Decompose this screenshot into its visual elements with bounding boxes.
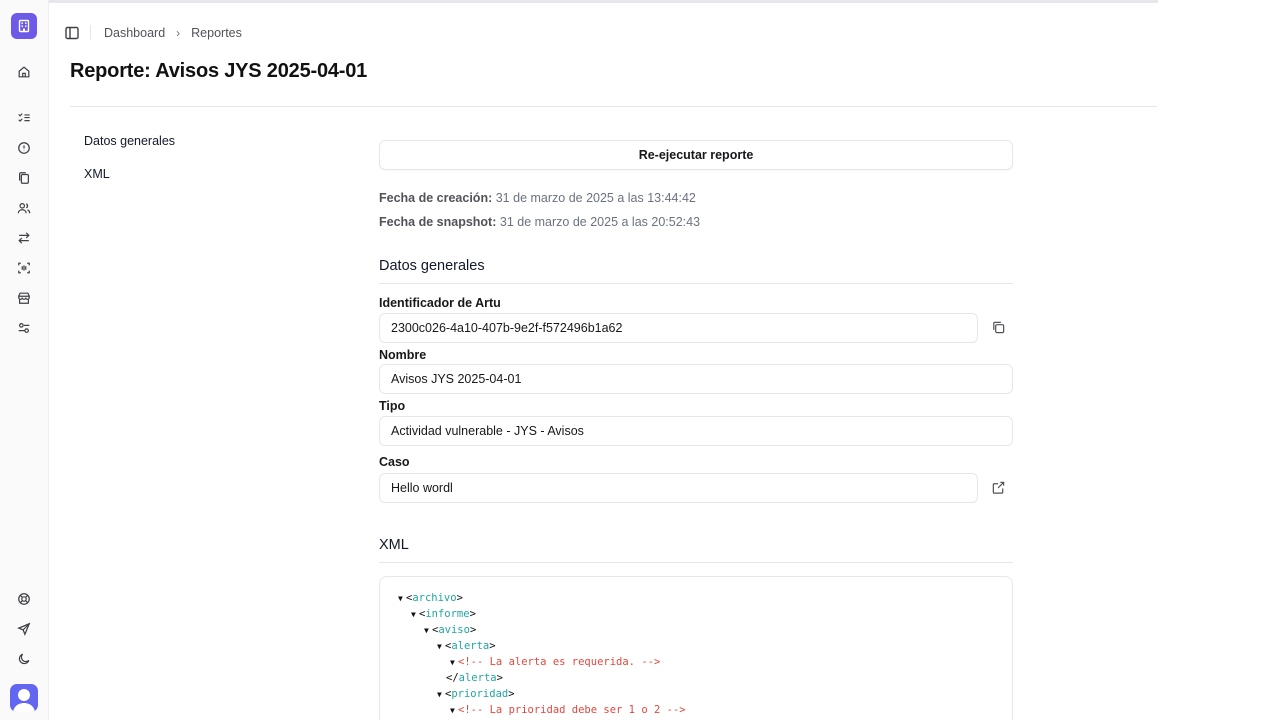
right-margin — [1158, 0, 1280, 720]
expand-triangle-icon[interactable]: ▼ — [424, 624, 432, 638]
transfer-arrows-icon[interactable] — [14, 228, 34, 248]
expand-triangle-icon[interactable]: ▼ — [450, 704, 458, 718]
sidebar-toggle-icon[interactable] — [64, 25, 80, 41]
xml-line[interactable]: </alerta> — [446, 671, 503, 685]
nav-item-datos-generales[interactable]: Datos generales — [84, 134, 175, 148]
copy-files-icon[interactable] — [14, 168, 34, 188]
page-title: Reporte: Avisos JYS 2025-04-01 — [70, 60, 368, 82]
chevron-right-icon: › — [176, 26, 181, 40]
xml-line[interactable]: ▼ <aviso> — [424, 623, 476, 638]
xml-line[interactable]: ▼ <prioridad> — [437, 687, 515, 702]
type-field[interactable]: Actividad vulnerable - JYS - Avisos — [379, 416, 1013, 446]
section-rule-general — [379, 283, 1013, 284]
expand-triangle-icon[interactable]: ▼ — [398, 592, 406, 606]
moon-icon[interactable] — [14, 649, 34, 669]
snapshot-date-label: Fecha de snapshot: — [379, 215, 497, 229]
name-label: Nombre — [379, 348, 427, 362]
created-date: Fecha de creación: 31 de marzo de 2025 a… — [379, 191, 696, 205]
rerun-report-button[interactable]: Re-ejecutar reporte — [379, 140, 1013, 170]
section-title-xml: XML — [379, 537, 409, 553]
users-icon[interactable] — [14, 198, 34, 218]
xml-viewer[interactable]: ▼ <archivo> ▼ <informe> ▼ <aviso> ▼ <alerta>… — [379, 576, 1013, 720]
name-field[interactable]: Avisos JYS 2025-04-01 — [379, 364, 1013, 394]
sidebar — [0, 0, 49, 720]
user-avatar-icon — [13, 689, 35, 712]
breadcrumb-reportes[interactable]: Reportes — [191, 26, 242, 40]
home-icon[interactable] — [14, 62, 34, 82]
top-border — [0, 0, 1158, 3]
breadcrumb-dashboard[interactable]: Dashboard — [104, 26, 165, 40]
case-label: Caso — [379, 455, 410, 469]
settings-sliders-icon[interactable] — [14, 318, 34, 338]
id-field[interactable]: 2300c026-4a10-407b-9e2f-f572496b1a62 — [379, 313, 978, 343]
nav-item-xml[interactable]: XML — [84, 167, 110, 181]
xml-line[interactable]: ▼ <informe> — [411, 607, 476, 622]
checklist-icon[interactable] — [14, 108, 34, 128]
store-icon[interactable] — [14, 288, 34, 308]
copy-icon[interactable] — [991, 320, 1006, 335]
created-date-value: 31 de marzo de 2025 a las 13:44:42 — [495, 191, 696, 205]
xml-line[interactable]: ▼ <!-- La prioridad debe ser 1 o 2 --> — [450, 703, 686, 718]
building-icon — [18, 19, 30, 33]
shield-icon[interactable] — [14, 138, 34, 158]
xml-line[interactable]: ▼ <archivo> — [398, 591, 463, 606]
help-lifebuoy-icon[interactable] — [14, 589, 34, 609]
section-rule-xml — [379, 562, 1013, 563]
send-icon[interactable] — [14, 619, 34, 639]
user-avatar[interactable] — [10, 684, 38, 712]
header-divider — [90, 25, 91, 40]
xml-line[interactable]: ▼ <!-- La alerta es requerida. --> — [450, 655, 660, 670]
created-date-label: Fecha de creación: — [379, 191, 493, 205]
header-rule — [70, 106, 1157, 107]
type-label: Tipo — [379, 399, 406, 413]
scan-icon[interactable] — [14, 258, 34, 278]
expand-triangle-icon[interactable]: ▼ — [450, 656, 458, 670]
breadcrumb: Dashboard › Reportes — [104, 25, 242, 41]
snapshot-date: Fecha de snapshot: 31 de marzo de 2025 a… — [379, 215, 700, 229]
section-title-general: Datos generales — [379, 258, 485, 274]
snapshot-date-value: 31 de marzo de 2025 a las 20:52:43 — [499, 215, 701, 229]
xml-line[interactable]: ▼ <alerta> — [437, 639, 496, 654]
expand-triangle-icon[interactable]: ▼ — [437, 640, 445, 654]
id-label: Identificador de Artu — [379, 296, 501, 310]
external-link-icon[interactable] — [991, 480, 1006, 495]
case-field[interactable]: Hello wordl — [379, 473, 978, 503]
expand-triangle-icon[interactable]: ▼ — [437, 688, 445, 702]
expand-triangle-icon[interactable]: ▼ — [411, 608, 419, 622]
app-logo[interactable] — [11, 13, 37, 39]
